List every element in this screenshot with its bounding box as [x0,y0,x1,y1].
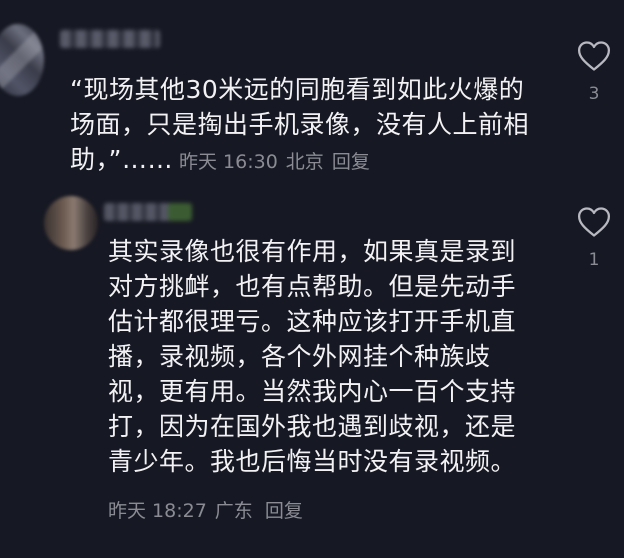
like-button[interactable]: 3 [574,40,614,104]
username-blurred[interactable] [60,30,160,48]
heart-outline-icon [577,41,611,71]
username-blurred[interactable] [104,203,192,221]
comment-text: 其实录像也很有作用，如果真是录到对方挑衅，也有点帮助。但是先动手估计都很理亏。这… [108,237,517,476]
like-count: 3 [588,84,600,104]
like-count: 1 [588,250,600,270]
reply-button[interactable]: 回复 [332,151,370,173]
avatar[interactable] [0,24,44,96]
heart-outline-icon [577,207,611,237]
comment-location: 广东 [214,500,253,522]
avatar[interactable] [44,196,98,250]
like-button[interactable]: 1 [574,206,614,270]
reply-button[interactable]: 回复 [265,500,303,522]
ellipsis: …… [121,145,173,174]
comment-meta: 昨天 16:30 北京 回复 [173,151,378,173]
comment-time: 昨天 16:30 [179,151,278,173]
comment-meta: 昨天 18:27 广东 回复 [108,496,311,523]
comment-body: “现场其他30米远的同胞看到如此火爆的场面，只是掏出手机录像，没有人上前相助，”… [70,72,540,180]
comment-location: 北京 [285,151,324,173]
comment-time: 昨天 18:27 [108,500,207,522]
